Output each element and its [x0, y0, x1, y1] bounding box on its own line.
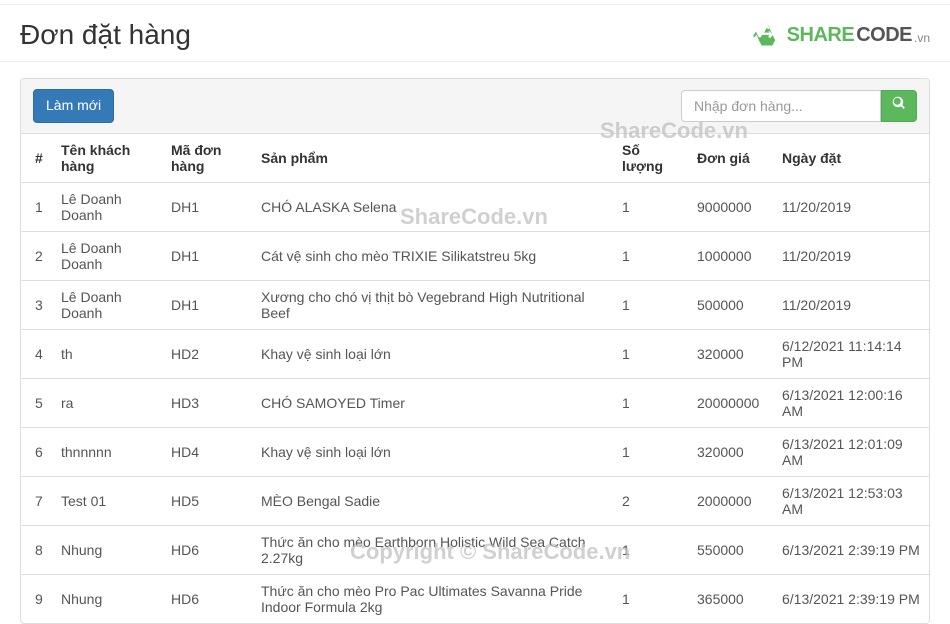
cell-qty: 1: [614, 427, 689, 476]
cell-date: 6/13/2021 12:00:16 AM: [774, 378, 929, 427]
cell-qty: 1: [614, 574, 689, 623]
cell-price: 365000: [689, 574, 774, 623]
cell-product: Thức ăn cho mèo Pro Pac Ultimates Savann…: [253, 574, 614, 623]
col-product: Sản phẩm: [253, 134, 614, 183]
table-row: 4thHD2Khay vệ sinh loại lớn13200006/12/2…: [21, 329, 929, 378]
cell-qty: 1: [614, 329, 689, 378]
cell-idx: 1: [21, 182, 53, 231]
cell-date: 6/13/2021 2:39:19 PM: [774, 574, 929, 623]
table-row: 7Test 01HD5MÈO Bengal Sadie220000006/13/…: [21, 476, 929, 525]
cell-order_code: DH1: [163, 280, 253, 329]
col-price: Đơn giá: [689, 134, 774, 183]
col-qty: Số lượng: [614, 134, 689, 183]
cell-qty: 1: [614, 280, 689, 329]
search-input[interactable]: [681, 90, 881, 122]
cell-idx: 6: [21, 427, 53, 476]
page-title: Đơn đặt hàng: [20, 19, 191, 51]
cell-qty: 2: [614, 476, 689, 525]
col-idx: #: [21, 134, 53, 183]
cell-order_code: DH1: [163, 182, 253, 231]
cell-price: 320000: [689, 427, 774, 476]
cell-idx: 7: [21, 476, 53, 525]
cell-price: 20000000: [689, 378, 774, 427]
cell-date: 6/13/2021 2:39:19 PM: [774, 525, 929, 574]
cell-price: 2000000: [689, 476, 774, 525]
table-row: 5raHD3CHÓ SAMOYED Timer1200000006/13/202…: [21, 378, 929, 427]
cell-price: 550000: [689, 525, 774, 574]
logo-text-code: CODE: [856, 24, 912, 47]
cell-customer: Lê Doanh Doanh: [53, 231, 163, 280]
cell-qty: 1: [614, 378, 689, 427]
search-button[interactable]: [881, 90, 917, 122]
cell-date: 6/12/2021 11:14:14 PM: [774, 329, 929, 378]
cell-idx: 8: [21, 525, 53, 574]
recycle-icon: [753, 21, 781, 49]
cell-customer: ra: [53, 378, 163, 427]
cell-customer: Lê Doanh Doanh: [53, 182, 163, 231]
cell-customer: th: [53, 329, 163, 378]
cell-customer: Test 01: [53, 476, 163, 525]
cell-product: Xương cho chó vị thịt bò Vegebrand High …: [253, 280, 614, 329]
col-customer: Tên khách hàng: [53, 134, 163, 183]
col-date: Ngày đặt: [774, 134, 929, 183]
cell-date: 6/13/2021 12:01:09 AM: [774, 427, 929, 476]
cell-product: Cát vệ sinh cho mèo TRIXIE Silikatstreu …: [253, 231, 614, 280]
cell-price: 500000: [689, 280, 774, 329]
brand-logo: SHARE CODE .vn: [753, 21, 930, 49]
cell-product: CHÓ SAMOYED Timer: [253, 378, 614, 427]
cell-order_code: HD6: [163, 525, 253, 574]
cell-order_code: HD2: [163, 329, 253, 378]
cell-product: Khay vệ sinh loại lớn: [253, 329, 614, 378]
cell-idx: 3: [21, 280, 53, 329]
page-header: Đơn đặt hàng SHARE CODE .vn: [0, 4, 950, 62]
table-row: 6thnnnnnHD4Khay vệ sinh loại lớn13200006…: [21, 427, 929, 476]
refresh-button[interactable]: Làm mới: [33, 89, 114, 123]
cell-date: 6/13/2021 12:53:03 AM: [774, 476, 929, 525]
cell-date: 11/20/2019: [774, 182, 929, 231]
cell-idx: 2: [21, 231, 53, 280]
cell-idx: 4: [21, 329, 53, 378]
table-row: 2Lê Doanh DoanhDH1Cát vệ sinh cho mèo TR…: [21, 231, 929, 280]
cell-product: MÈO Bengal Sadie: [253, 476, 614, 525]
cell-price: 9000000: [689, 182, 774, 231]
table-row: 8NhungHD6Thức ăn cho mèo Earthborn Holis…: [21, 525, 929, 574]
cell-qty: 1: [614, 182, 689, 231]
search-icon: [892, 96, 906, 116]
orders-table: # Tên khách hàng Mã đơn hàng Sản phẩm Số…: [21, 134, 929, 623]
cell-customer: Nhung: [53, 525, 163, 574]
logo-text-share: SHARE: [787, 24, 855, 47]
table-row: 1Lê Doanh DoanhDH1CHÓ ALASKA Selena19000…: [21, 182, 929, 231]
cell-qty: 1: [614, 231, 689, 280]
table-header-row: # Tên khách hàng Mã đơn hàng Sản phẩm Số…: [21, 134, 929, 183]
cell-order_code: HD4: [163, 427, 253, 476]
cell-order_code: DH1: [163, 231, 253, 280]
cell-product: Thức ăn cho mèo Earthborn Holistic Wild …: [253, 525, 614, 574]
cell-date: 11/20/2019: [774, 231, 929, 280]
cell-customer: thnnnnn: [53, 427, 163, 476]
cell-customer: Lê Doanh Doanh: [53, 280, 163, 329]
cell-qty: 1: [614, 525, 689, 574]
table-row: 3Lê Doanh DoanhDH1Xương cho chó vị thịt …: [21, 280, 929, 329]
table-row: 9NhungHD6Thức ăn cho mèo Pro Pac Ultimat…: [21, 574, 929, 623]
search-group: [681, 90, 917, 122]
cell-customer: Nhung: [53, 574, 163, 623]
cell-idx: 5: [21, 378, 53, 427]
cell-price: 1000000: [689, 231, 774, 280]
panel-toolbar: Làm mới: [21, 79, 929, 134]
cell-order_code: HD6: [163, 574, 253, 623]
col-order-code: Mã đơn hàng: [163, 134, 253, 183]
cell-order_code: HD3: [163, 378, 253, 427]
cell-date: 11/20/2019: [774, 280, 929, 329]
orders-panel: Làm mới # Tên khách hàng Mã đơn hàng Sản…: [20, 78, 930, 624]
cell-price: 320000: [689, 329, 774, 378]
logo-text-vn: .vn: [914, 31, 930, 45]
cell-order_code: HD5: [163, 476, 253, 525]
cell-product: CHÓ ALASKA Selena: [253, 182, 614, 231]
cell-product: Khay vệ sinh loại lớn: [253, 427, 614, 476]
cell-idx: 9: [21, 574, 53, 623]
